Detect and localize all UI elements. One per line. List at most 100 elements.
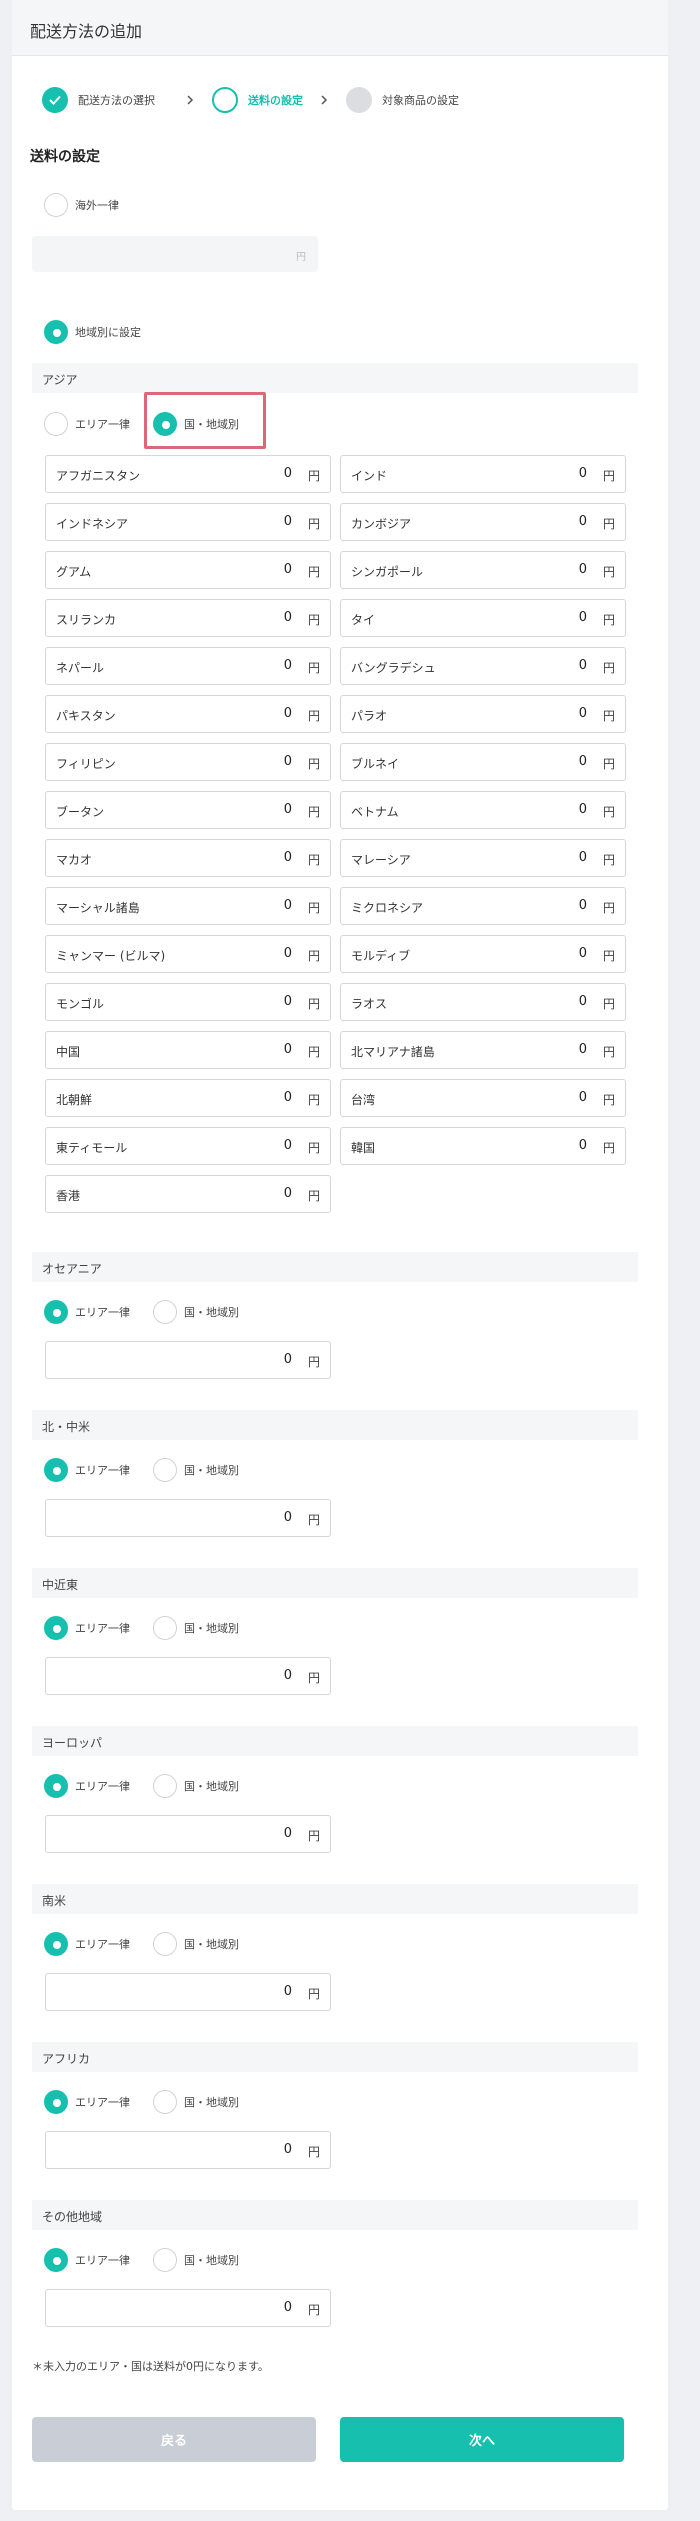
country-fee-input[interactable]: モルディブ 0 円 [340, 935, 626, 973]
radio-area-flat[interactable]: エリア一律 [44, 2248, 130, 2272]
current-step-icon [212, 87, 238, 113]
radio-by-country[interactable]: 国・地域別 [153, 1774, 239, 1798]
step-select-method: 配送方法の選択 [42, 87, 155, 113]
country-fee-input[interactable]: 台湾 0 円 [340, 1079, 626, 1117]
card-header: 配送方法の追加 [12, 0, 668, 56]
fee-value: 0 [578, 1090, 587, 1105]
radio-icon [44, 1458, 68, 1482]
fee-value: 0 [283, 466, 292, 481]
country-fee-input[interactable]: インド 0 円 [340, 455, 626, 493]
region-name: 南米 [42, 1894, 67, 1908]
country-fee-input[interactable]: カンボジア 0 円 [340, 503, 626, 541]
country-fee-input[interactable]: 北マリアナ諸島 0 円 [340, 1031, 626, 1069]
unit-label: 円 [307, 469, 320, 483]
country-fee-input[interactable]: バングラデシュ 0 円 [340, 647, 626, 685]
radio-by-country[interactable]: 国・地域別 [153, 1300, 239, 1324]
radio-by-country[interactable]: 国・地域別 [153, 1616, 239, 1640]
country-fee-input[interactable]: ベトナム 0 円 [340, 791, 626, 829]
fee-value: 0 [283, 610, 292, 625]
country-name: 北朝鮮 [56, 1093, 93, 1107]
radio-area-flat[interactable]: エリア一律 [44, 1774, 130, 1798]
country-fee-input[interactable]: 中国 0 円 [45, 1031, 331, 1069]
radio-asia-area[interactable]: エリア一律 [44, 412, 130, 436]
country-fee-input[interactable]: アフガニスタン 0 円 [45, 455, 331, 493]
region-name: 北・中米 [42, 1420, 91, 1434]
radio-by-country[interactable]: 国・地域別 [153, 1932, 239, 1956]
radio-icon [153, 2248, 177, 2272]
radio-label: エリア一律 [75, 418, 130, 431]
country-fee-input[interactable]: シンガポール 0 円 [340, 551, 626, 589]
radio-area-flat[interactable]: エリア一律 [44, 1616, 130, 1640]
next-button[interactable]: 次へ [340, 2417, 624, 2462]
country-fee-input[interactable]: 韓国 0 円 [340, 1127, 626, 1165]
radio-area-flat[interactable]: エリア一律 [44, 1458, 130, 1482]
country-fee-input[interactable]: マレーシア 0 円 [340, 839, 626, 877]
chevron-right-icon [321, 95, 328, 105]
country-fee-input[interactable]: マカオ 0 円 [45, 839, 331, 877]
unit-label: 円 [602, 565, 615, 579]
country-fee-input[interactable]: スリランカ 0 円 [45, 599, 331, 637]
country-fee-input[interactable]: マーシャル諸島 0 円 [45, 887, 331, 925]
unit-label: 円 [307, 661, 320, 675]
region-fee-input[interactable]: 0円 [45, 1657, 331, 1695]
fee-value: 0 [578, 850, 587, 865]
region-fee-input[interactable]: 0円 [45, 1341, 331, 1379]
country-fee-input[interactable]: パラオ 0 円 [340, 695, 626, 733]
step-target-products: 対象商品の設定 [346, 87, 459, 113]
country-fee-input[interactable]: ネパール 0 円 [45, 647, 331, 685]
country-fee-input[interactable]: パキスタン 0 円 [45, 695, 331, 733]
radio-by-country[interactable]: 国・地域別 [153, 2090, 239, 2114]
radio-icon [44, 2248, 68, 2272]
country-name: 東ティモール [56, 1141, 128, 1155]
country-fee-input[interactable]: フィリピン 0 円 [45, 743, 331, 781]
unit-label: 円 [602, 901, 615, 915]
region-fee-input[interactable]: 0円 [45, 1499, 331, 1537]
country-fee-input[interactable]: ラオス 0 円 [340, 983, 626, 1021]
country-fee-input[interactable]: 東ティモール 0 円 [45, 1127, 331, 1165]
country-name: 韓国 [351, 1141, 376, 1155]
radio-label: エリア一律 [75, 1622, 130, 1635]
region-header: その他地域 [32, 2200, 638, 2230]
radio-by-country[interactable]: 国・地域別 [153, 2248, 239, 2272]
country-name: グアム [56, 565, 92, 579]
radio-icon [153, 1616, 177, 1640]
radio-flat-rate[interactable]: 海外一律 [44, 193, 119, 217]
fee-value: 0 [578, 1138, 587, 1153]
country-name: モンゴル [56, 997, 105, 1011]
region-name: アフリカ [42, 2052, 91, 2066]
fee-value: 0 [283, 1042, 292, 1057]
country-name: ベトナム [351, 805, 399, 819]
unit-label: 円 [307, 517, 320, 531]
country-fee-input[interactable]: ミクロネシア 0 円 [340, 887, 626, 925]
radio-area-flat[interactable]: エリア一律 [44, 1300, 130, 1324]
country-fee-input[interactable]: 香港 0 円 [45, 1175, 331, 1213]
region-fee-input[interactable]: 0円 [45, 2289, 331, 2327]
country-fee-input[interactable]: モンゴル 0 円 [45, 983, 331, 1021]
unit-label: 円 [307, 805, 320, 819]
country-fee-input[interactable]: グアム 0 円 [45, 551, 331, 589]
country-fee-input[interactable]: ミャンマー (ビルマ) 0 円 [45, 935, 331, 973]
country-name: マーシャル諸島 [56, 901, 140, 915]
fee-value: 0 [283, 562, 292, 577]
radio-area-flat[interactable]: エリア一律 [44, 2090, 130, 2114]
fee-value: 0 [578, 514, 587, 529]
radio-by-country[interactable]: 国・地域別 [153, 1458, 239, 1482]
stepper: 配送方法の選択 送料の設定 対象商品の設定 [42, 87, 642, 113]
back-button[interactable]: 戻る [32, 2417, 316, 2462]
fee-value: 0 [283, 898, 292, 913]
country-fee-input[interactable]: 北朝鮮 0 円 [45, 1079, 331, 1117]
country-fee-input[interactable]: タイ 0 円 [340, 599, 626, 637]
country-fee-input[interactable]: ブータン 0 円 [45, 791, 331, 829]
radio-by-region[interactable]: 地域別に設定 [44, 320, 141, 344]
country-name: パキスタン [56, 709, 116, 723]
flat-rate-input: 円 [32, 236, 318, 272]
country-fee-input[interactable]: インドネシア 0 円 [45, 503, 331, 541]
country-name: モルディブ [351, 949, 411, 963]
region-fee-input[interactable]: 0円 [45, 2131, 331, 2169]
radio-label: 国・地域別 [184, 1938, 239, 1951]
radio-area-flat[interactable]: エリア一律 [44, 1932, 130, 1956]
country-fee-input[interactable]: ブルネイ 0 円 [340, 743, 626, 781]
region-fee-input[interactable]: 0円 [45, 1973, 331, 2011]
region-header: 北・中米 [32, 1410, 638, 1440]
region-fee-input[interactable]: 0円 [45, 1815, 331, 1853]
